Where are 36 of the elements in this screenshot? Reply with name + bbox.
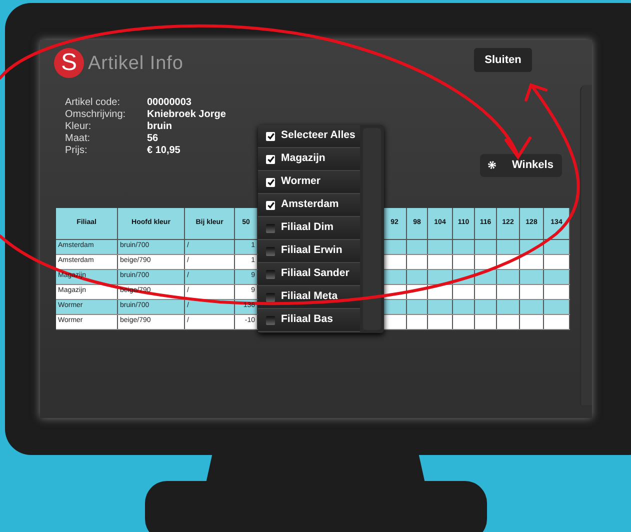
checkbox[interactable] xyxy=(266,132,275,140)
checkbox[interactable] xyxy=(266,224,275,232)
window-title: Artikel Info xyxy=(88,52,184,76)
detail-value: € 10,95 xyxy=(147,144,180,158)
checkbox[interactable] xyxy=(266,246,275,256)
check-icon xyxy=(266,178,274,186)
store-menu-item[interactable]: Magazijn xyxy=(258,148,360,171)
store-menu-item[interactable]: Filiaal Erwin xyxy=(258,240,360,263)
stores-button[interactable]: Winkels xyxy=(480,154,562,176)
checkbox[interactable] xyxy=(266,316,275,324)
detail-label: Maat: xyxy=(65,132,92,146)
checkbox[interactable] xyxy=(266,270,275,278)
detail-value: Kniebroek Jorge xyxy=(147,108,226,122)
detail-value: 56 xyxy=(147,132,158,146)
checkbox[interactable] xyxy=(266,154,275,164)
detail-label: Artikel code: xyxy=(65,96,122,110)
check-icon xyxy=(266,201,274,209)
store-menu-item[interactable]: Wormer xyxy=(258,171,360,194)
checkbox[interactable] xyxy=(266,200,275,210)
detail-value: bruin xyxy=(147,120,172,134)
logo: S xyxy=(54,48,84,78)
detail-label: Omschrijving: xyxy=(65,108,127,122)
store-menu-item[interactable]: Filiaal Dim xyxy=(258,217,360,240)
checkbox[interactable] xyxy=(266,178,275,186)
store-menu-item[interactable]: Amsterdam xyxy=(258,194,360,217)
close-button[interactable]: Sluiten xyxy=(474,48,532,72)
checkbox[interactable] xyxy=(266,292,275,302)
check-icon xyxy=(266,155,274,163)
store-menu-item[interactable]: Filiaal Bas xyxy=(258,309,360,332)
gear-icon xyxy=(488,161,496,169)
store-menu-item[interactable]: Filiaal Sander xyxy=(258,263,360,286)
detail-label: Prijs: xyxy=(65,144,88,158)
store-menu-item[interactable]: Selecteer Alles xyxy=(258,125,360,148)
detail-label: Kleur: xyxy=(65,120,92,134)
detail-value: 00000003 xyxy=(147,96,192,110)
check-icon xyxy=(266,132,274,140)
